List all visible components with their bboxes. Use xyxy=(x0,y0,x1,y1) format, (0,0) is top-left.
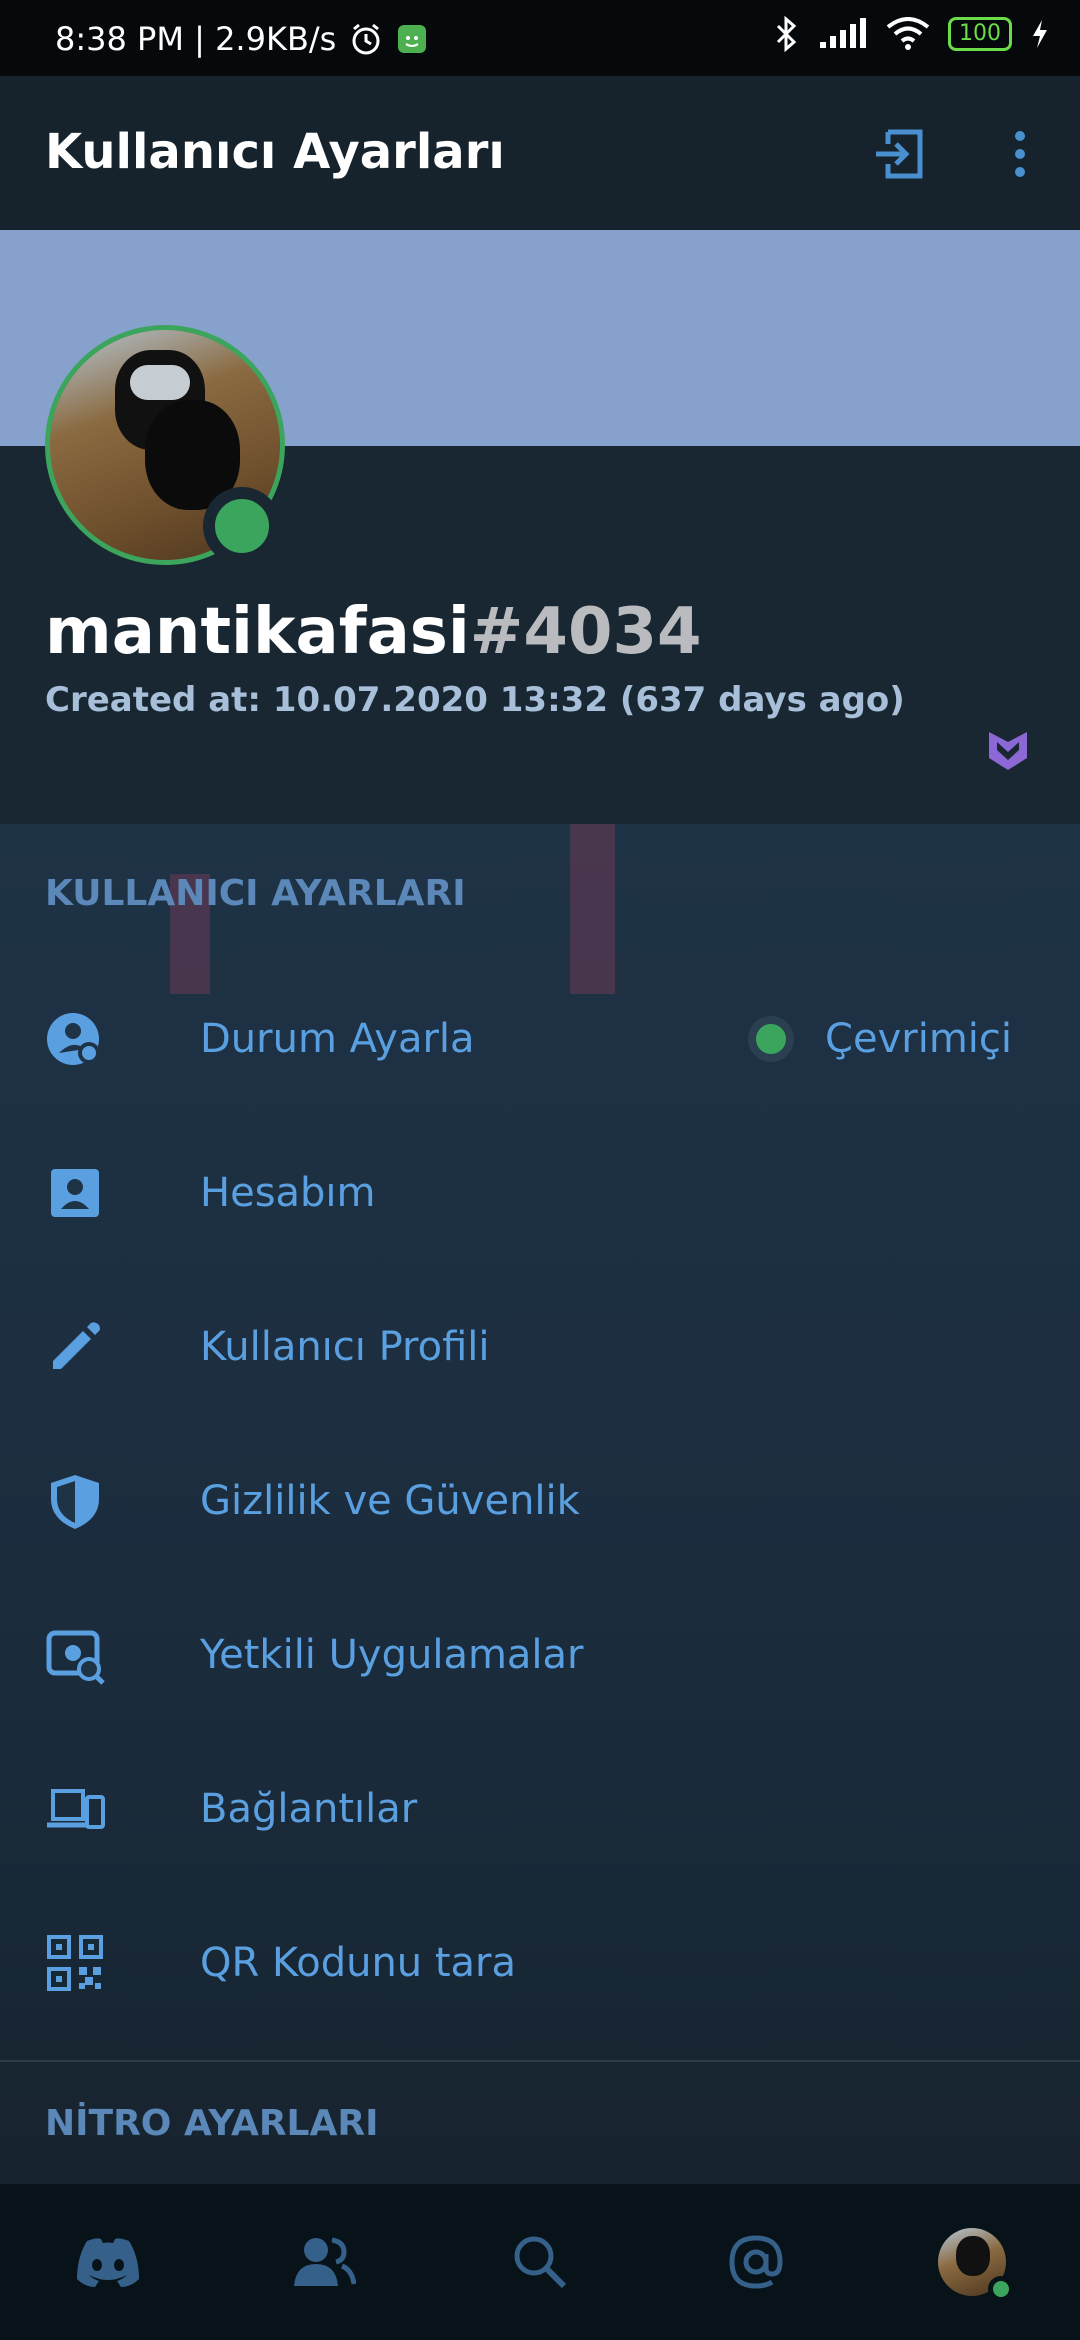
status-online-dot xyxy=(748,1016,794,1062)
shield-icon xyxy=(51,1475,99,1529)
row-authorized-apps[interactable]: Yetkili Uygulamalar xyxy=(0,1578,1080,1732)
nav-home[interactable] xyxy=(0,2184,216,2340)
username: mantikafasi#4034 xyxy=(45,595,702,669)
account-card-icon xyxy=(51,1169,99,1217)
row-privacy-security[interactable]: Gizlilik ve Güvenlik xyxy=(0,1424,1080,1578)
app-notification-icon xyxy=(398,25,427,53)
row-label: Durum Ayarla xyxy=(200,1016,475,1062)
battery-icon: 100 xyxy=(948,17,1012,51)
nav-search[interactable] xyxy=(432,2184,648,2340)
row-connections[interactable]: Bağlantılar xyxy=(0,1732,1080,1886)
row-label: Gizlilik ve Güvenlik xyxy=(200,1478,580,1524)
status-value: Çevrimiçi xyxy=(825,1016,1012,1062)
username-name: mantikafasi xyxy=(45,595,470,669)
status-time-speed: 8:38 PM | 2.9KB/s xyxy=(55,20,337,58)
bottom-nav xyxy=(0,2184,1080,2340)
charging-icon xyxy=(1033,20,1047,48)
qr-code-icon xyxy=(47,1935,103,1991)
row-label: Kullanıcı Profili xyxy=(200,1324,490,1370)
devices-icon xyxy=(47,1789,105,1829)
status-bar: 8:38 PM | 2.9KB/s 100 xyxy=(0,0,1080,76)
search-icon xyxy=(514,2236,567,2289)
logout-icon[interactable] xyxy=(872,126,928,182)
pencil-icon xyxy=(53,1322,100,1369)
discord-home-icon xyxy=(77,2238,139,2287)
created-at: Created at: 10.07.2020 13:32 (637 days a… xyxy=(45,680,905,720)
status-person-icon xyxy=(47,1013,100,1065)
mentions-icon xyxy=(729,2235,783,2289)
row-user-profile[interactable]: Kullanıcı Profili xyxy=(0,1270,1080,1424)
row-my-account[interactable]: Hesabım xyxy=(0,1116,1080,1270)
friends-icon xyxy=(294,2237,356,2286)
row-set-status[interactable]: Durum Ayarla Çevrimiçi xyxy=(0,962,1080,1116)
row-label: QR Kodunu tara xyxy=(200,1940,517,1986)
presence-online-indicator xyxy=(203,487,281,565)
authorized-apps-icon xyxy=(46,1630,105,1685)
more-vertical-icon[interactable] xyxy=(1002,126,1038,182)
signal-icon xyxy=(820,18,866,48)
section-header-user-settings: KULLANICI AYARLARI xyxy=(45,873,466,914)
hypesquad-badge-icon[interactable] xyxy=(985,728,1031,774)
bluetooth-icon xyxy=(776,16,797,52)
row-scan-qr[interactable]: QR Kodunu tara xyxy=(0,1886,1080,2040)
alarm-icon xyxy=(352,23,380,55)
nav-profile[interactable] xyxy=(864,2184,1080,2340)
page-title: Kullanıcı Ayarları xyxy=(45,124,505,180)
wifi-icon xyxy=(886,17,930,50)
app-bar: Kullanıcı Ayarları xyxy=(0,76,1080,230)
nav-mentions[interactable] xyxy=(648,2184,864,2340)
row-label: Bağlantılar xyxy=(200,1786,418,1832)
nav-friends[interactable] xyxy=(216,2184,432,2340)
username-discriminator: #4034 xyxy=(469,595,702,669)
row-label: Hesabım xyxy=(200,1170,376,1216)
section-header-nitro-settings: NİTRO AYARLARI xyxy=(45,2103,379,2144)
section-divider xyxy=(0,2060,1080,2062)
nav-online-dot xyxy=(988,2276,1014,2302)
row-label: Yetkili Uygulamalar xyxy=(200,1632,584,1678)
